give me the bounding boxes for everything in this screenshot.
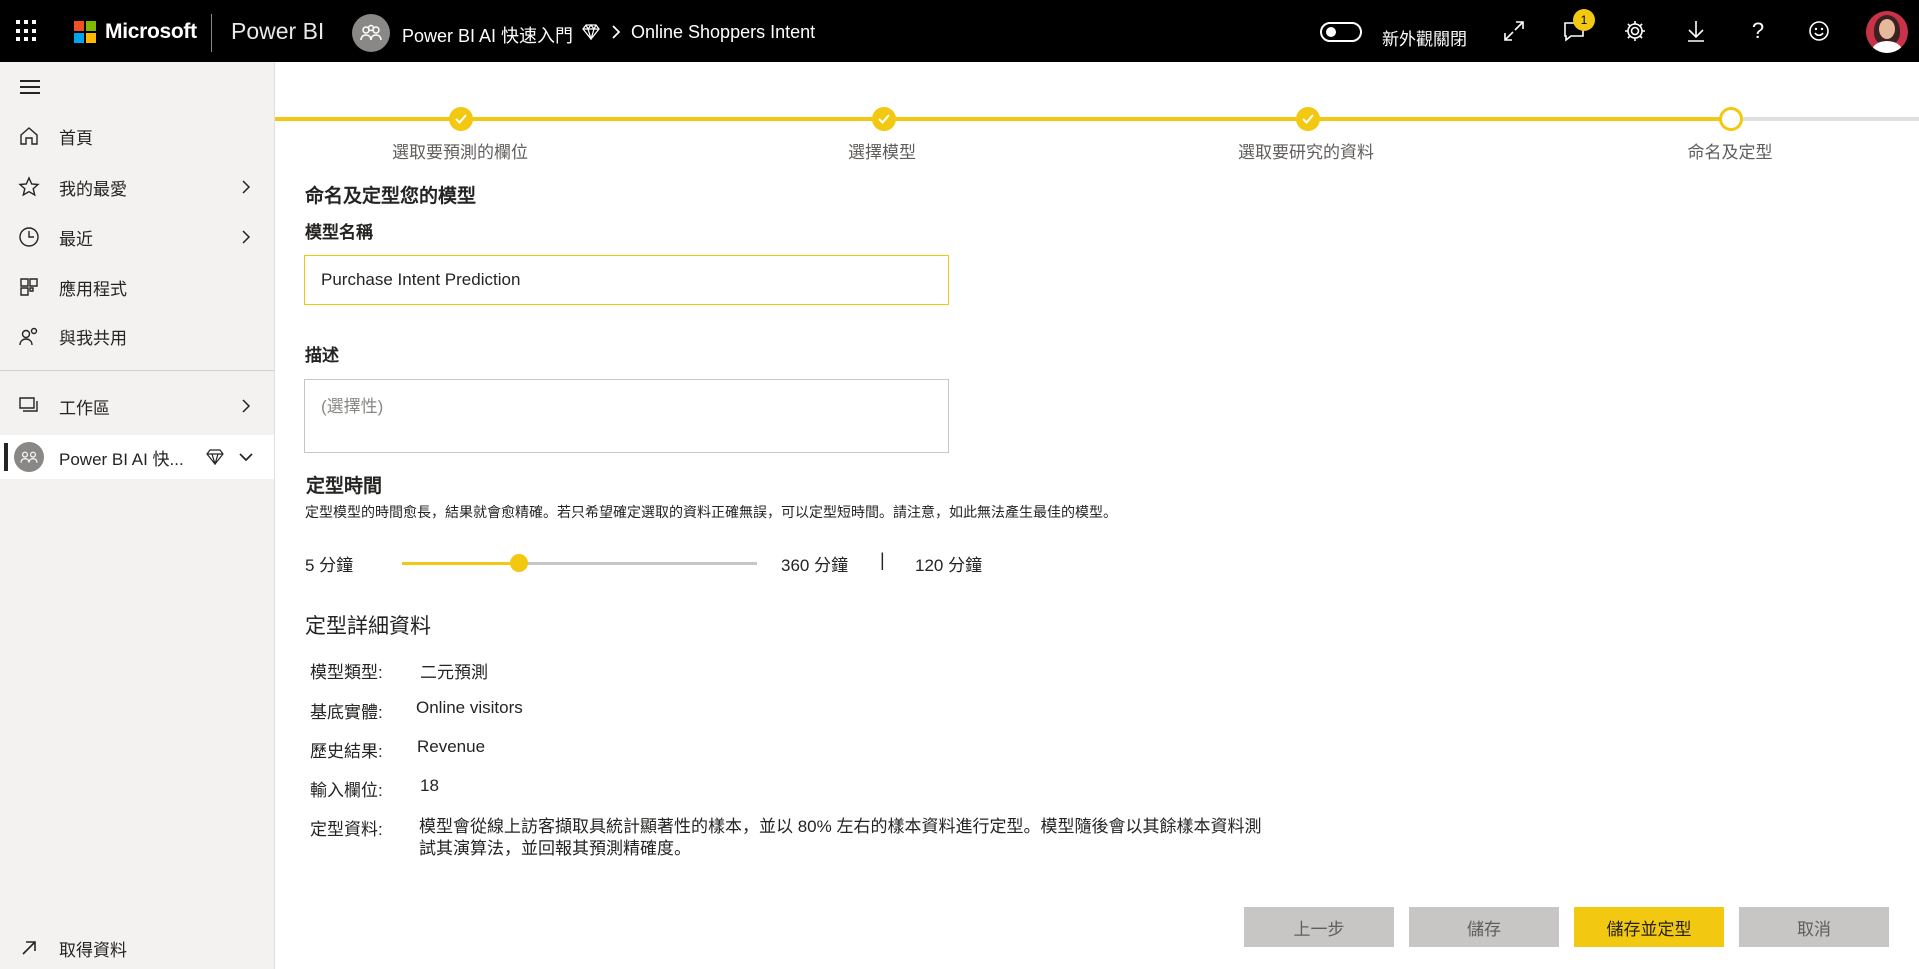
- clock-icon: [18, 226, 40, 248]
- new-look-toggle[interactable]: [1320, 22, 1362, 42]
- sidebar-item-shared[interactable]: 與我共用: [0, 314, 274, 358]
- training-data-description: 模型會從線上訪客擷取具統計顯著性的樣本，並以 80% 左右的樣本資料進行定型。模…: [419, 817, 1262, 858]
- active-indicator: [4, 443, 8, 471]
- download-icon[interactable]: [1682, 17, 1710, 45]
- step-check-icon: [449, 107, 473, 131]
- workspaces-icon: [18, 395, 40, 417]
- shared-icon: [18, 325, 40, 347]
- gear-icon[interactable]: [1621, 17, 1649, 45]
- detail-key: 基底實體:: [310, 703, 383, 722]
- workspace-avatar-icon: [14, 442, 44, 472]
- detail-key: 模型類型:: [310, 663, 383, 682]
- description-input[interactable]: [304, 379, 949, 453]
- slider-value: 120 分鐘: [915, 556, 983, 575]
- model-name-label: 模型名稱: [305, 223, 373, 242]
- sidebar-item-workspaces[interactable]: 工作區: [0, 384, 274, 428]
- waffle-icon[interactable]: [16, 20, 38, 42]
- breadcrumb-chevron-icon: [611, 24, 621, 45]
- detail-value: 二元預測: [420, 663, 488, 682]
- model-name-input[interactable]: [304, 255, 949, 305]
- detail-key: 定型資料:: [310, 820, 383, 839]
- arrow-up-right-icon: [18, 937, 40, 959]
- get-data-label: 取得資料: [59, 940, 127, 960]
- training-time-slider[interactable]: [402, 554, 757, 572]
- sidebar-item-get-data[interactable]: 取得資料: [0, 926, 274, 969]
- premium-diamond-icon: [582, 23, 600, 45]
- sidebar-item-current-workspace[interactable]: Power BI AI 快...: [0, 435, 274, 479]
- home-icon: [18, 125, 40, 147]
- top-bar: Microsoft Power BI Power BI AI 快速入門 Onli…: [0, 0, 1919, 62]
- chevron-right-icon[interactable]: [238, 229, 254, 245]
- microsoft-brand[interactable]: Microsoft: [105, 20, 197, 44]
- stepper-remaining-line: [1731, 117, 1919, 121]
- sidebar-item-apps[interactable]: 應用程式: [0, 265, 274, 309]
- workspace-avatar-icon[interactable]: [352, 14, 390, 52]
- chevron-down-icon[interactable]: [238, 449, 254, 465]
- power-bi-product[interactable]: Power BI: [231, 18, 324, 45]
- step-label-name-train[interactable]: 命名及定型: [1688, 138, 1773, 163]
- feedback-icon[interactable]: [1805, 17, 1833, 45]
- breadcrumb-workspace[interactable]: Power BI AI 快速入門: [402, 22, 573, 48]
- slider-max-label: 360 分鐘: [781, 556, 849, 575]
- topbar-divider: [211, 14, 212, 52]
- star-icon: [18, 176, 40, 198]
- step-label-choose-model[interactable]: 選擇模型: [848, 138, 916, 163]
- description-label: 描述: [305, 346, 339, 365]
- save-button[interactable]: 儲存: [1409, 907, 1559, 947]
- detail-key: 歷史結果:: [310, 742, 383, 761]
- sidebar-item-label: 工作區: [59, 398, 110, 418]
- slider-min-label: 5 分鐘: [305, 556, 354, 575]
- detail-value: Online visitors: [416, 698, 523, 717]
- slider-thumb[interactable]: [510, 554, 529, 572]
- notification-badge: 1: [1573, 9, 1595, 31]
- step-check-icon: [1296, 107, 1320, 131]
- step-label-select-field[interactable]: 選取要預測的欄位: [392, 138, 528, 163]
- save-and-train-button[interactable]: 儲存並定型: [1574, 907, 1724, 947]
- help-icon[interactable]: ?: [1744, 17, 1772, 45]
- sidebar-item-home[interactable]: 首頁: [0, 114, 274, 158]
- training-details-title: 定型詳細資料: [305, 615, 431, 638]
- detail-key: 輸入欄位:: [310, 781, 383, 800]
- page-title: 命名及定型您的模型: [305, 186, 477, 207]
- chevron-right-icon[interactable]: [238, 179, 254, 195]
- cancel-button[interactable]: 取消: [1739, 907, 1889, 947]
- training-time-title: 定型時間: [306, 476, 383, 497]
- sidebar-item-label: 應用程式: [59, 279, 127, 299]
- detail-value: Revenue: [417, 737, 486, 756]
- step-check-icon: [872, 107, 896, 131]
- sidebar: 首頁 我的最愛 最近 應用程式 與我共用 工作區 Power BI AI 快..…: [0, 62, 275, 969]
- step-current-indicator: [1719, 107, 1743, 131]
- slider-fill: [402, 562, 520, 565]
- hamburger-menu-icon[interactable]: [20, 80, 40, 98]
- expand-icon[interactable]: [1500, 17, 1528, 45]
- premium-diamond-icon: [206, 449, 224, 465]
- microsoft-logo-icon: [74, 21, 96, 43]
- back-button[interactable]: 上一步: [1244, 907, 1394, 947]
- breadcrumb-dataset[interactable]: Online Shoppers Intent: [631, 22, 815, 43]
- stepper-progress-line: [275, 117, 1731, 121]
- chevron-right-icon[interactable]: [238, 398, 254, 414]
- sidebar-item-label: 與我共用: [59, 328, 127, 348]
- sidebar-item-label: 我的最愛: [59, 179, 127, 199]
- step-label-select-data[interactable]: 選取要研究的資料: [1238, 138, 1374, 163]
- slider-separator: |: [880, 550, 885, 570]
- sidebar-item-label: 最近: [59, 229, 93, 249]
- detail-value: 18: [420, 776, 439, 795]
- new-look-label: 新外觀關閉: [1382, 30, 1467, 49]
- sidebar-divider: [0, 370, 274, 371]
- sidebar-item-favorites[interactable]: 我的最愛: [0, 165, 274, 209]
- sidebar-item-label: 首頁: [59, 128, 93, 148]
- sidebar-item-recent[interactable]: 最近: [0, 215, 274, 259]
- training-time-description: 定型模型的時間愈長，結果就會愈精確。若只希望確定選取的資料正確無誤，可以定型短時…: [305, 504, 1117, 520]
- user-avatar[interactable]: [1866, 11, 1908, 53]
- sidebar-item-label: Power BI AI 快...: [59, 449, 184, 469]
- apps-icon: [18, 276, 40, 298]
